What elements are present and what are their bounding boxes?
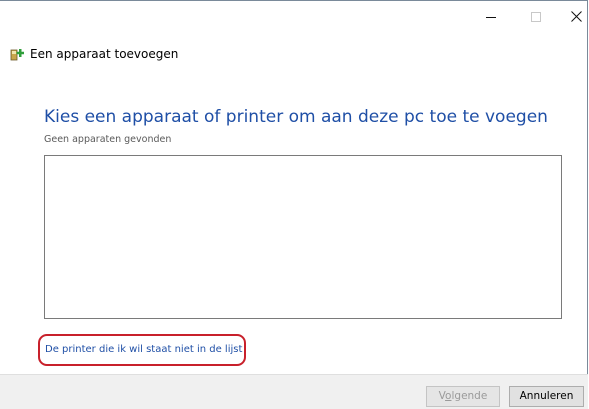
add-device-icon bbox=[10, 46, 26, 62]
maximize-icon[interactable] bbox=[521, 7, 551, 27]
search-status: Geen apparaten gevonden bbox=[44, 134, 172, 145]
printer-not-listed-link[interactable]: De printer die ik wil staat niet in de l… bbox=[45, 344, 242, 355]
add-device-window: Een apparaat toevoegen Kies een apparaat… bbox=[0, 0, 588, 409]
next-button[interactable]: Volgende bbox=[426, 386, 500, 407]
cancel-button[interactable]: Annuleren bbox=[509, 386, 584, 407]
close-icon[interactable] bbox=[562, 7, 589, 27]
button-bar: Volgende Annuleren bbox=[0, 374, 588, 409]
window-header: Een apparaat toevoegen bbox=[10, 44, 178, 64]
minimize-icon[interactable] bbox=[476, 7, 506, 27]
device-list[interactable] bbox=[44, 155, 562, 319]
page-heading: Kies een apparaat of printer om aan deze… bbox=[44, 107, 548, 127]
window-title: Een apparaat toevoegen bbox=[30, 47, 179, 61]
title-bar bbox=[0, 1, 587, 31]
